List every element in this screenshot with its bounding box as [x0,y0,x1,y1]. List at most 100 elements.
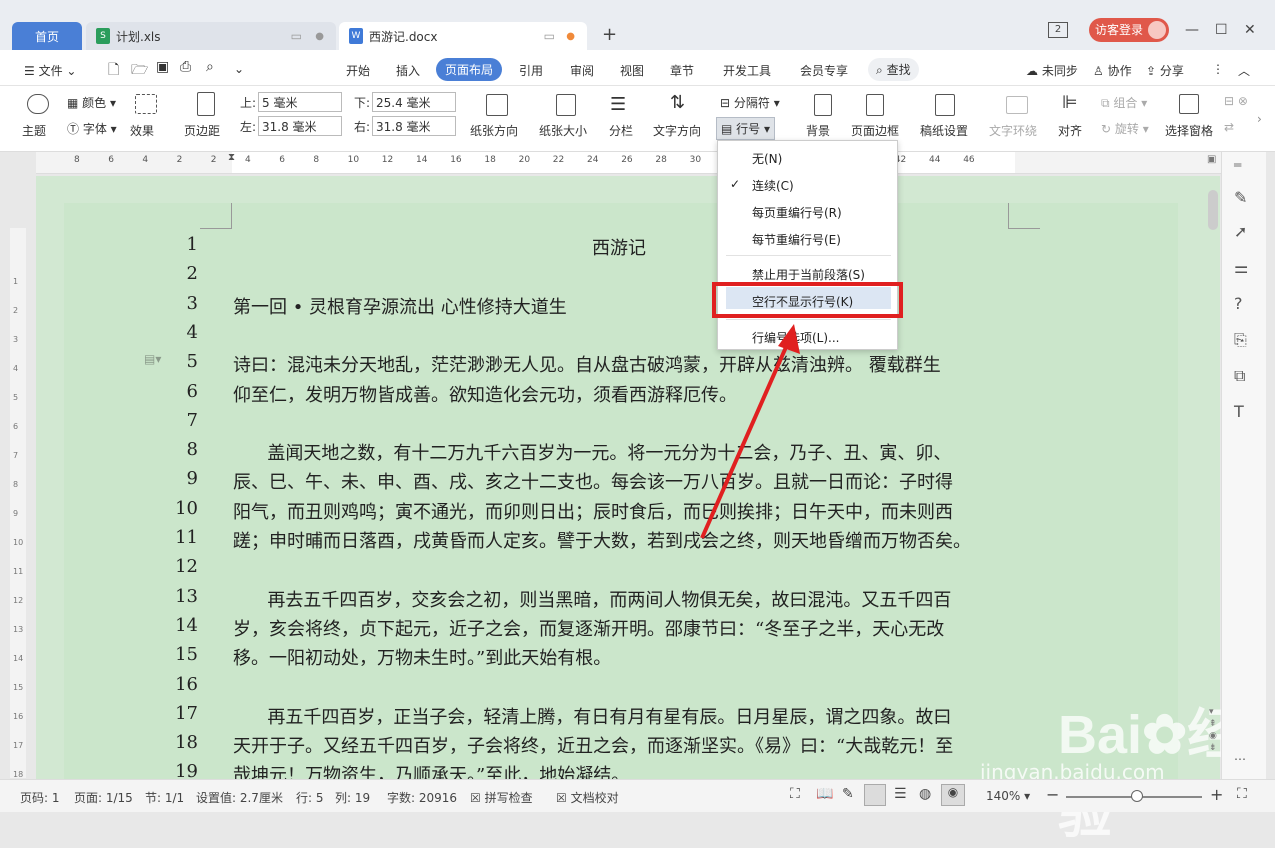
page-view-icon[interactable] [864,784,886,806]
scroll-up-icon[interactable]: ▣ [1207,154,1216,165]
page-navigation-icon[interactable]: ▾ ⇞ ◉ ⇟ [1209,706,1217,754]
selection-pane-icon[interactable] [1179,94,1199,114]
status-row[interactable]: 行: 5 [296,789,324,806]
align-button[interactable]: 对齐 [1058,122,1082,139]
orientation-button[interactable]: 纸张方向 [470,122,518,139]
bottom-margin-field[interactable]: 25.4 毫米 [372,92,456,112]
status-page-code[interactable]: 页码: 1 [20,789,60,806]
line-number-button[interactable]: ▤ 行号 ▾ [716,117,776,140]
status-section[interactable]: 节: 1/1 [145,789,184,806]
text-wrap-icon[interactable] [1006,96,1028,114]
pointer-icon[interactable]: ➚ [1234,222,1247,241]
outline-view-icon[interactable]: ☰ [894,786,907,802]
collaborate-button[interactable]: ♙ 协作 [1093,62,1132,79]
menu-item-continuous[interactable]: 连续(C) [752,177,794,194]
maximize-icon[interactable]: ☐ [1215,22,1228,38]
paper-settings-button[interactable]: 稿纸设置 [920,122,968,139]
menu-item-suppress-current-paragraph[interactable]: 禁止用于当前段落(S) [752,266,865,283]
status-word-count[interactable]: 字数: 20916 [387,789,457,806]
menu-review[interactable]: 审阅 [570,62,594,79]
reading-mode-icon[interactable]: 📖 [816,786,833,802]
orientation-icon[interactable] [486,94,508,116]
page-border-button[interactable]: 页面边框 [851,122,899,139]
font-button[interactable]: Ⓣ 字体 ▾ [67,120,117,137]
more-icon[interactable]: ⌄ [234,62,244,76]
text-direction-button[interactable]: 文字方向 [653,122,701,139]
document-line[interactable]: 仰至仁，发明万物皆成善。欲知造化会元功，须看西游释厄传。 [233,381,737,407]
new-tab-button[interactable]: + [602,24,617,45]
zoom-in-icon[interactable]: + [1210,785,1223,804]
sync-button[interactable]: ☁ 未同步 [1026,62,1078,79]
text-tool-icon[interactable]: T [1234,402,1244,421]
align-objects-icon[interactable]: ⊟ ⊗ [1224,94,1248,108]
edit-mode-icon[interactable]: ✎ [842,786,854,802]
color-button[interactable]: ▦ 颜色 ▾ [67,94,116,111]
web-view-icon[interactable]: ◍ [919,786,931,802]
menu-item-restart-each-section[interactable]: 每节重编行号(E) [752,231,841,248]
background-icon[interactable] [814,94,832,116]
effect-button[interactable]: 效果 [130,122,154,139]
status-col[interactable]: 列: 19 [335,789,370,806]
new-file-icon[interactable]: 🗋 [108,59,119,83]
effect-icon[interactable] [135,94,157,114]
menu-references[interactable]: 引用 [519,62,543,79]
ribbon-scroll-right-icon[interactable]: › [1257,112,1262,126]
monitor-icon[interactable]: ▭ [291,29,302,43]
more-options-icon[interactable]: ⋮ [1212,62,1224,76]
menu-page-layout[interactable]: 页面布局 [436,58,503,81]
zoom-slider-handle[interactable] [1131,790,1143,802]
document-line[interactable]: 第一回 • 灵根育孕源流出 心性修持大道生 [233,293,567,319]
menu-member[interactable]: 会员专享 [800,62,848,79]
copy-icon[interactable]: ⧉ [1234,366,1245,386]
text-direction-icon[interactable]: ⇅ [670,92,685,113]
print-icon[interactable]: ⎙ [180,59,191,75]
menu-insert[interactable]: 插入 [396,62,420,79]
settings-sliders-icon[interactable]: ⚌ [1234,258,1248,277]
menu-dev-tools[interactable]: 开发工具 [723,62,771,79]
zoom-level[interactable]: 140% ▾ [986,789,1030,803]
margin-button[interactable]: 页边距 [184,122,220,139]
zoom-out-icon[interactable]: − [1046,785,1059,804]
collapse-ribbon-icon[interactable]: ︿ [1238,62,1250,79]
pen-icon[interactable]: ✎ [1234,188,1247,207]
close-icon[interactable]: ✕ [1244,22,1256,38]
document-line[interactable]: 天开于子。又经五千四百岁，子会将终，近丑之会，而逐渐坚实。《易》曰：“大哉乾元！… [233,732,953,758]
paragraph-handle-icon[interactable]: ▤▾ [144,352,161,366]
open-folder-icon[interactable]: 🗁 [131,59,148,83]
columns-icon[interactable]: ☰ [610,94,626,115]
document-line[interactable]: 移。一阳初动处，万物未生时。”到此天始有根。 [233,644,611,670]
text-wrap-button[interactable]: 文字环绕 [989,122,1037,139]
document-title[interactable]: 西游记 [592,234,646,260]
paper-settings-icon[interactable] [935,94,955,116]
paper-size-icon[interactable] [556,94,576,116]
scrollbar-thumb[interactable] [1208,190,1218,230]
status-page[interactable]: 页面: 1/15 [74,789,133,806]
tab-plan-xls[interactable]: S 计划.xls ▭ ● [86,22,336,50]
document-proof-button[interactable]: ☒ 文档校对 [556,789,619,806]
guest-login-button[interactable]: 访客登录 [1089,18,1169,42]
menu-item-none[interactable]: 无(N) [752,150,782,167]
indent-marker-icon[interactable]: ⧗ [228,152,235,163]
document-line[interactable]: 岁，亥会将终，贞下起元，近子之会，而复逐渐开明。邵康节曰：“冬至子之半，天心无改 [233,615,944,641]
tab-home[interactable]: 首页 [12,22,82,50]
selection-pane-button[interactable]: 选择窗格 [1165,122,1213,139]
unsaved-dot-icon[interactable]: ● [566,31,575,42]
document-settings-icon[interactable]: ⎘ [1234,330,1247,350]
document-line[interactable]: 诗曰：混沌未分天地乱，茫茫渺渺无人见。自从盘古破鸿蒙，开辟从兹清浊辨。 覆载群生 [233,351,941,377]
vertical-ruler[interactable]: 1 2 3 4 5 6 7 8 9 10 11 12 13 14 15 16 17 18 [10,228,26,779]
break-button[interactable]: ⊟ 分隔符 ▾ [720,94,780,111]
file-menu[interactable]: ☰ 文件 ⌄ [24,62,76,79]
eye-protection-icon[interactable]: ◉ [941,784,965,806]
document-line[interactable]: 阳气，而丑则鸡鸣；寅不通光，而卯则日出；辰时食后，而巳则挨排；日午天中，而未则西 [233,498,953,524]
tab-dot-icon[interactable]: ● [315,31,324,42]
theme-button[interactable]: 主题 [22,122,46,139]
status-setting[interactable]: 设置值: 2.7厘米 [196,789,283,806]
left-margin-field[interactable]: 31.8 毫米 [258,116,342,136]
document-line[interactable]: 再去五千四百岁，交亥会之初，则当黑暗，而两间人物俱无矣，故曰混沌。又五千四百 [233,586,951,612]
more-icon[interactable]: ⋯ [1234,752,1246,766]
menu-view[interactable]: 视图 [620,62,644,79]
horizontal-ruler[interactable]: 8642246810121416182022242628303234363840… [36,152,1221,174]
top-margin-field[interactable]: 5 毫米 [258,92,342,112]
menu-chapter[interactable]: 章节 [670,62,694,79]
align-icon[interactable]: ⊫ [1062,92,1078,113]
